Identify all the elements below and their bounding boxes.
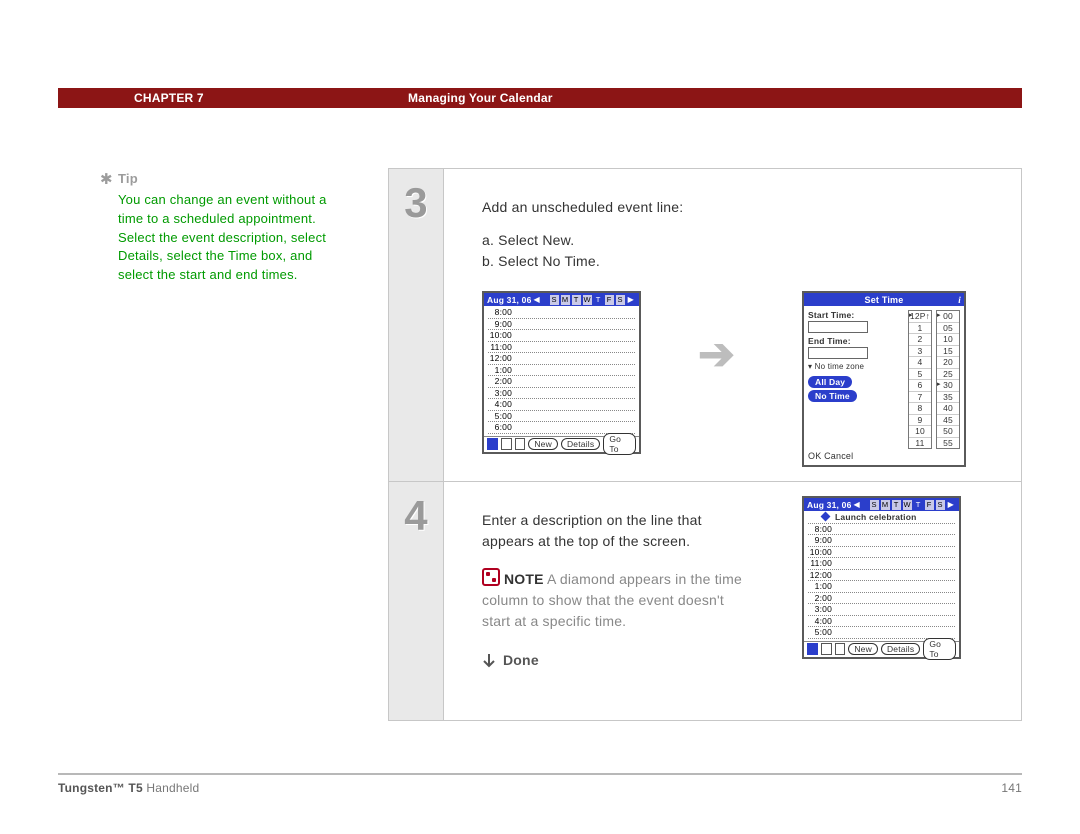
palm-details-button[interactable]: Details [881,643,920,655]
step-3-body: Add an unscheduled event line: a. Select… [444,169,1021,481]
view-day-icon [807,643,818,655]
event-text: Launch celebration [835,512,917,522]
hour-column[interactable]: 12P↑1234567891011 [908,310,932,449]
tip-star-icon: ✱ [100,169,113,191]
diamond-icon [821,512,831,522]
palm-goto-button[interactable]: Go To [603,433,636,455]
product-name: Tungsten™ T5 Handheld [58,781,199,795]
page-footer: Tungsten™ T5 Handheld 141 [58,773,1022,795]
palm-footer: New Details Go To [804,641,959,657]
set-time-dialog: Set Time i Start Time: End Time: No time… [802,291,966,467]
chapter-header-bar: CHAPTER 7 Managing Your Calendar [58,88,1022,108]
palm-calendar-screenshot-1: Aug 31, 06 ◀ SMTWTFS ▶ 8:009:0010:0011:0… [482,291,641,454]
step-number: 4 [389,482,444,720]
chapter-title: Managing Your Calendar [408,91,553,105]
no-time-button[interactable]: No Time [808,390,857,402]
view-month-icon [835,643,846,655]
palm-footer: New Details Go To [484,436,639,452]
ok-button[interactable]: OK [808,451,821,461]
end-time-field[interactable] [808,347,868,359]
end-time-label: End Time: [808,336,904,346]
nav-right-icon: ▶ [946,500,956,509]
all-day-button[interactable]: All Day [808,376,852,388]
start-time-field[interactable] [808,321,868,333]
palm-date: Aug 31, 06 [487,295,532,305]
step-3-b: b. Select No Time. [482,251,1005,272]
note-label: NOTE [504,571,544,587]
palm-date: Aug 31, 06 [807,500,852,510]
step-4: 4 Enter a description on the line that a… [388,482,1022,721]
step-3: 3 Add an unscheduled event line: a. Sele… [388,168,1022,482]
timezone-picker[interactable]: No time zone [808,362,904,371]
arrow-right-icon: ➔ [698,329,735,380]
set-time-titlebar: Set Time i [804,293,964,306]
unscheduled-event-row: Launch celebration [808,512,955,524]
view-month-icon [515,438,526,450]
palm-new-button[interactable]: New [848,643,878,655]
step-number: 3 [389,169,444,481]
step-4-note: NOTE A diamond appears in the time colum… [482,568,742,632]
done-arrow-icon [482,653,497,671]
palm-goto-button[interactable]: Go To [923,638,956,660]
step-4-body: Enter a description on the line that app… [444,482,1021,720]
palm-dow-strip: SMTWTFS [549,294,626,306]
chapter-label: CHAPTER 7 [134,91,204,105]
view-day-icon [487,438,498,450]
view-week-icon [821,643,832,655]
palm-title-bar: Aug 31, 06 ◀ SMTWTFS ▶ [484,293,639,306]
palm-time-slots: 8:009:0010:0011:0012:001:002:003:004:005… [484,306,639,436]
palm-time-slots: Launch celebration 8:009:0010:0011:0012:… [804,511,959,641]
info-icon: i [958,295,961,305]
set-time-title: Set Time [865,295,904,305]
steps-container: 3 Add an unscheduled event line: a. Sele… [388,168,1022,721]
cancel-button[interactable]: Cancel [824,451,853,461]
step-4-desc: Enter a description on the line that app… [482,510,732,552]
palm-calendar-screenshot-2: Aug 31, 06 ◀ SMTWTFS ▶ Launch celebratio… [802,496,961,659]
palm-details-button[interactable]: Details [561,438,600,450]
nav-right-icon: ▶ [626,295,636,304]
step-3-a: a. Select New. [482,230,1005,251]
palm-dow-strip: SMTWTFS [869,499,946,511]
palm-title-bar: Aug 31, 06 ◀ SMTWTFS ▶ [804,498,959,511]
nav-left-icon: ◀ [852,500,862,509]
minute-column[interactable]: 000510152025303540455055 [936,310,960,449]
page-number: 141 [1001,781,1022,795]
step-3-intro: Add an unscheduled event line: [482,197,1005,218]
tip-block: ✱ Tip You can change an event without a … [118,170,350,285]
start-time-label: Start Time: [808,310,904,320]
nav-left-icon: ◀ [532,295,542,304]
view-week-icon [501,438,512,450]
palm-new-button[interactable]: New [528,438,558,450]
tip-body-text: You can change an event without a time t… [118,191,350,285]
tip-heading: Tip [118,171,138,186]
done-label: Done [503,652,539,668]
note-icon [482,568,500,586]
